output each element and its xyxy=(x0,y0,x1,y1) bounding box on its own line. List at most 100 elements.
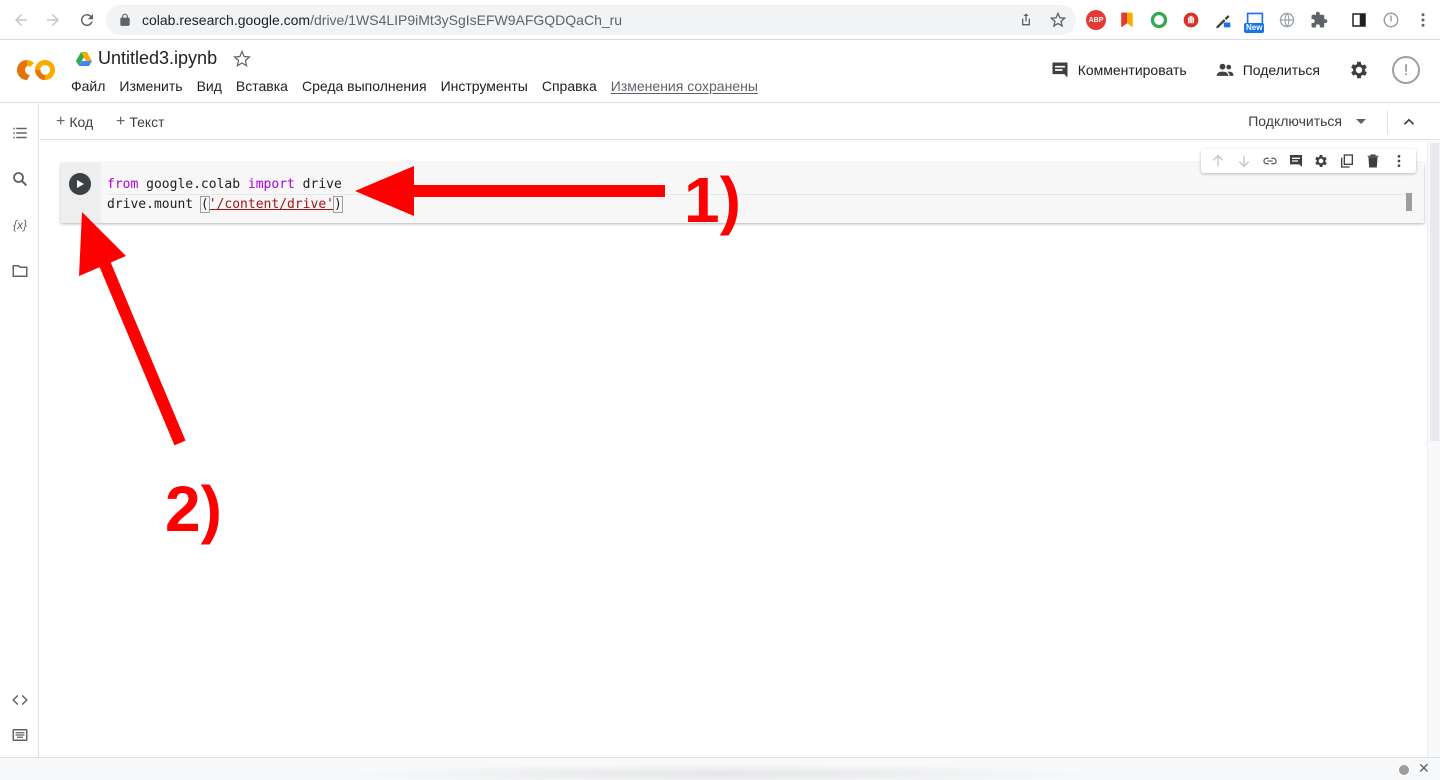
share-page-icon[interactable] xyxy=(1018,12,1034,28)
account-icon xyxy=(1405,64,1407,76)
menu-tools[interactable]: Инструменты xyxy=(441,78,528,94)
scrollbar-thumb[interactable] xyxy=(1430,143,1439,441)
notebook-toolbar: + Код + Текст Подключиться xyxy=(40,104,1440,140)
chevron-up-icon[interactable] xyxy=(1400,113,1418,131)
menu-insert[interactable]: Вставка xyxy=(236,78,288,94)
share-label: Поделиться xyxy=(1242,62,1320,78)
menu-runtime[interactable]: Среда выполнения xyxy=(302,78,427,94)
search-icon[interactable] xyxy=(11,170,29,188)
add-text-label: Текст xyxy=(129,114,165,130)
share-button[interactable]: Поделиться xyxy=(1215,60,1320,80)
open-paren: ( xyxy=(199,196,210,213)
keyword-import: import xyxy=(247,177,295,192)
arrow-right-icon xyxy=(47,14,59,26)
annotation-label-1: 1) xyxy=(684,164,741,236)
bookmark-extension-icon[interactable] xyxy=(1116,9,1138,31)
variables-icon[interactable]: {x} xyxy=(11,216,29,234)
kebab-menu-icon[interactable] xyxy=(1414,11,1432,29)
notebook-title[interactable]: Untitled3.ipynb xyxy=(98,48,217,69)
command-palette-icon[interactable] xyxy=(11,726,29,744)
move-down-icon[interactable] xyxy=(1236,153,1252,169)
toolbar-divider xyxy=(1387,110,1388,134)
folder-icon[interactable] xyxy=(11,262,29,280)
status-dot-icon xyxy=(1399,765,1409,775)
add-code-cell-button[interactable]: + Код xyxy=(56,113,93,131)
address-bar[interactable]: colab.research.google.com/drive/1WS4LIP9… xyxy=(106,5,1076,35)
module-name: google.colab xyxy=(138,177,248,192)
back-button[interactable] xyxy=(6,5,36,35)
side-panel-icon[interactable] xyxy=(1350,11,1368,29)
comment-icon[interactable] xyxy=(1288,153,1304,169)
saved-status[interactable]: Изменения сохранены xyxy=(611,78,758,94)
reload-icon xyxy=(80,14,93,27)
add-text-cell-button[interactable]: + Текст xyxy=(116,113,165,131)
play-icon xyxy=(77,180,84,188)
import-name: drive xyxy=(294,177,342,192)
cell-settings-gear-icon[interactable] xyxy=(1313,153,1329,169)
eyedropper-extension-icon[interactable] xyxy=(1212,9,1234,31)
menu-edit[interactable]: Изменить xyxy=(119,78,182,94)
comment-label: Комментировать xyxy=(1077,62,1187,78)
code-snippets-icon[interactable] xyxy=(11,691,29,709)
forward-button[interactable] xyxy=(38,5,68,35)
extensions-area: ABP New xyxy=(1086,5,1330,35)
globe-extension-icon[interactable] xyxy=(1276,9,1298,31)
header-actions: Комментировать Поделиться xyxy=(1022,56,1420,84)
path-string: '/content/drive' xyxy=(208,197,334,212)
menu-view[interactable]: Вид xyxy=(197,78,222,94)
keyword-from: from xyxy=(107,177,139,192)
reload-button[interactable] xyxy=(72,5,102,35)
close-paren: ) xyxy=(333,196,343,213)
hand-stop-extension-icon[interactable] xyxy=(1180,9,1202,31)
adblock-extension-icon[interactable]: ABP xyxy=(1086,10,1106,30)
lock-icon xyxy=(120,13,130,26)
run-cell-button[interactable] xyxy=(69,173,91,195)
adblock-label: ABP xyxy=(1088,16,1104,24)
move-up-icon[interactable] xyxy=(1210,153,1226,169)
notebook-scrollbar[interactable] xyxy=(1427,141,1440,757)
people-icon xyxy=(1216,63,1234,76)
account-avatar[interactable] xyxy=(1392,56,1420,84)
close-icon[interactable]: ✕ xyxy=(1418,760,1430,777)
profile-icon[interactable] xyxy=(1382,11,1400,29)
screenshot-extension-icon[interactable]: New xyxy=(1244,9,1266,33)
more-vert-icon[interactable] xyxy=(1391,153,1407,169)
mount-call: drive.mount xyxy=(107,197,201,212)
left-sidebar: {x} xyxy=(0,104,39,757)
title-row: Untitled3.ipynb xyxy=(76,48,252,69)
green-circle-extension-icon[interactable] xyxy=(1148,9,1170,31)
menu-file[interactable]: Файл xyxy=(71,78,105,94)
url-path: /drive/1WS4LIP9iMt3ySgIsEFW9AFGQDQaCh_ru xyxy=(310,12,623,28)
plus-icon: + xyxy=(116,113,126,130)
add-code-label: Код xyxy=(69,114,94,130)
plus-icon: + xyxy=(56,113,66,130)
code-editor[interactable]: from google.colab import drive drive.mou… xyxy=(107,175,343,215)
connect-runtime-button[interactable]: Подключиться xyxy=(1248,113,1366,129)
annotation-label-2: 2) xyxy=(165,473,222,545)
status-bar: ✕ xyxy=(0,757,1440,780)
url-text: colab.research.google.com/drive/1WS4LIP9… xyxy=(142,12,622,28)
browser-toolbar: colab.research.google.com/drive/1WS4LIP9… xyxy=(0,0,1440,40)
menu-help[interactable]: Справка xyxy=(542,78,597,94)
puzzle-extensions-icon[interactable] xyxy=(1308,9,1330,31)
star-icon[interactable] xyxy=(233,49,252,68)
arrow-left-icon xyxy=(15,14,27,26)
mirror-cell-icon[interactable] xyxy=(1339,153,1355,169)
google-drive-icon[interactable] xyxy=(76,51,92,66)
bookmark-star-icon[interactable] xyxy=(1050,12,1066,28)
status-shadow xyxy=(320,764,1120,780)
link-icon[interactable] xyxy=(1262,153,1278,169)
delete-trash-icon[interactable] xyxy=(1365,153,1381,169)
cell-scrollbar[interactable] xyxy=(1406,193,1412,211)
new-badge: New xyxy=(1244,23,1265,33)
settings-gear-icon[interactable] xyxy=(1348,59,1370,81)
screen: colab.research.google.com/drive/1WS4LIP9… xyxy=(0,0,1440,780)
browser-menu-area xyxy=(1350,5,1432,35)
caret-down-icon[interactable] xyxy=(1356,118,1366,124)
colab-logo[interactable] xyxy=(14,56,58,84)
table-of-contents-icon[interactable] xyxy=(11,124,29,142)
colab-header: Untitled3.ipynb Файл Изменить Вид Вставк… xyxy=(0,40,1440,103)
comment-icon xyxy=(1052,62,1068,78)
menu-bar: Файл Изменить Вид Вставка Среда выполнен… xyxy=(71,78,758,94)
comment-button[interactable]: Комментировать xyxy=(1050,60,1187,80)
